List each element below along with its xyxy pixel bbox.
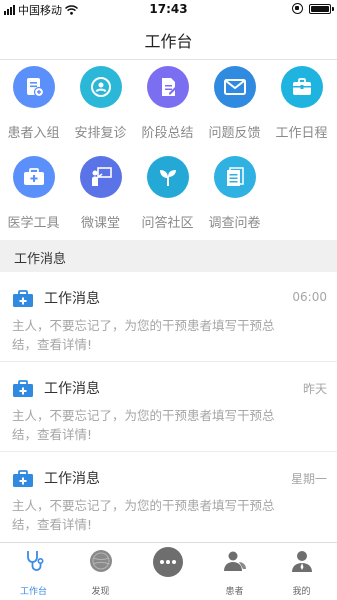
grid-label: 安排复诊 [74,126,127,141]
tab-discover[interactable]: 发现 [67,543,134,600]
status-right [292,3,334,14]
grid-label: 工作日程 [275,126,328,141]
stage-summary-icon [146,66,189,108]
grid-label: 医学工具 [7,216,60,231]
discover-icon [89,550,112,572]
tab-label: 我的 [292,587,311,597]
medical-kit-icon [13,470,33,487]
page-title: 工作台 [144,32,193,51]
grid-item-work-schedule[interactable]: 工作日程 [268,66,335,141]
message-body: 主人，不要忘记了，为您的干预患者填写干预总结，查看详情! [12,498,275,532]
qa-community-icon [146,156,189,198]
chat-bubble-icon [152,547,183,577]
stethoscope-icon [26,551,44,571]
tab-label: 发现 [91,587,110,597]
grid-label: 微课堂 [80,216,120,231]
message-item[interactable]: 工作消息 06:00 主人，不要忘记了，为您的干预患者填写干预总结，查看详情! [0,272,337,362]
grid-item-qa-community[interactable]: 问答社区 [134,156,201,231]
message-item[interactable]: 工作消息 昨天 主人，不要忘记了，为您的干预患者填写干预总结，查看详情! [0,362,337,452]
grid-label: 患者入组 [7,126,60,141]
tab-workbench[interactable]: 工作台 [0,543,67,600]
grid-item-survey[interactable]: 调查问卷 [201,156,268,231]
message-title: 工作消息 [44,381,100,397]
tab-bar: 工作台 发现 患者 我的 [0,542,337,600]
feedback-mail-icon [213,66,256,108]
message-title: 工作消息 [44,471,100,487]
tab-chat[interactable] [134,543,201,600]
schedule-revisit-icon [79,66,122,108]
medical-kit-icon [13,380,33,397]
message-time: 昨天 [302,382,327,396]
grid-label: 问题反馈 [208,126,261,141]
micro-class-icon [79,156,122,198]
tab-label: 患者 [225,587,244,597]
message-body: 主人，不要忘记了，为您的干预患者填写干预总结，查看详情! [12,408,275,442]
section-title: 工作消息 [14,252,67,267]
patients-icon [223,551,246,571]
status-time: 17:43 [149,2,188,16]
tab-patients[interactable]: 患者 [201,543,268,600]
grid-item-micro-class[interactable]: 微课堂 [67,156,134,231]
medical-tools-icon [12,156,55,198]
status-bar: 中国移动 17:43 [0,0,337,18]
grid-item-schedule-revisit[interactable]: 安排复诊 [67,66,134,141]
medical-kit-icon [13,290,33,307]
message-title: 工作消息 [44,291,100,307]
navbar: 工作台 [0,18,337,60]
profile-icon [291,551,312,572]
battery-icon [309,3,334,14]
patient-enroll-icon [12,66,55,108]
message-item[interactable]: 工作消息 星期一 主人，不要忘记了，为您的干预患者填写干预总结，查看详情! [0,452,337,542]
grid-item-stage-summary[interactable]: 阶段总结 [134,66,201,141]
grid-item-medical-tools[interactable]: 医学工具 [0,156,67,231]
rotation-lock-icon [292,3,303,14]
grid-label: 问答社区 [141,216,194,231]
message-time: 星期一 [290,472,327,486]
message-body: 主人，不要忘记了，为您的干预患者填写干预总结，查看详情! [12,318,275,352]
tab-profile[interactable]: 我的 [268,543,335,600]
survey-icon [213,156,256,198]
section-header: 工作消息 [0,240,337,272]
grid-item-feedback[interactable]: 问题反馈 [201,66,268,141]
grid-label: 阶段总结 [141,126,194,141]
message-time: 06:00 [292,290,327,304]
work-schedule-icon [280,66,323,108]
grid-label: 调查问卷 [208,216,261,231]
grid-item-patient-enroll[interactable]: 患者入组 [0,66,67,141]
tab-label: 工作台 [19,587,47,597]
